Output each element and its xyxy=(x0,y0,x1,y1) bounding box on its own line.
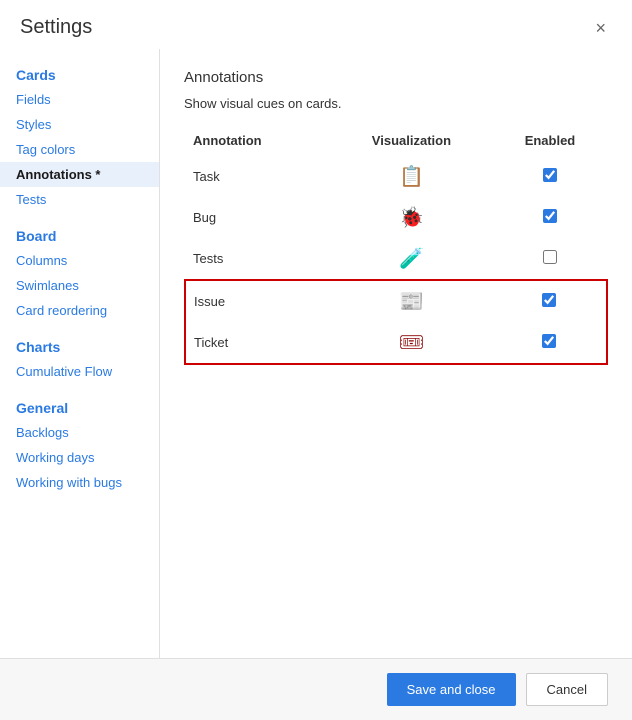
sidebar-item-working-days[interactable]: Working days xyxy=(0,445,159,470)
dialog-title: Settings xyxy=(20,16,92,39)
annotation-name-task: Task xyxy=(185,156,330,197)
sidebar-item-backlogs[interactable]: Backlogs xyxy=(0,420,159,445)
col-header-visualization: Visualization xyxy=(330,127,493,156)
save-and-close-button[interactable]: Save and close xyxy=(387,673,516,706)
col-header-annotation: Annotation xyxy=(185,127,330,156)
sidebar-item-annotations[interactable]: Annotations * xyxy=(0,162,159,187)
sidebar-section-general: General xyxy=(0,392,159,420)
dialog-header: Settings × xyxy=(0,0,632,49)
sidebar-item-tag-colors[interactable]: Tag colors xyxy=(0,137,159,162)
cancel-button[interactable]: Cancel xyxy=(526,673,608,706)
checkbox-ticket[interactable] xyxy=(542,334,556,348)
sidebar-item-columns[interactable]: Columns xyxy=(0,248,159,273)
annotation-enabled-tests[interactable] xyxy=(493,238,607,280)
annotation-name-issue: Issue xyxy=(185,280,330,322)
annotation-icon-ticket: 🎟 xyxy=(330,322,493,364)
sidebar-item-tests[interactable]: Tests xyxy=(0,187,159,212)
annotation-enabled-bug[interactable] xyxy=(493,197,607,238)
table-row: Task 📋 xyxy=(185,156,607,197)
sidebar-item-cumulative-flow[interactable]: Cumulative Flow xyxy=(0,359,159,384)
table-row: Ticket 🎟 xyxy=(185,322,607,364)
table-row: Tests 🧪 xyxy=(185,238,607,280)
section-title: Annotations xyxy=(184,69,608,86)
sidebar-item-swimlanes[interactable]: Swimlanes xyxy=(0,273,159,298)
section-description: Show visual cues on cards. xyxy=(184,96,608,111)
annotation-name-ticket: Ticket xyxy=(185,322,330,364)
annotation-icon-bug: 🐞 xyxy=(330,197,493,238)
annotation-enabled-ticket[interactable] xyxy=(493,322,607,364)
main-content: Annotations Show visual cues on cards. A… xyxy=(160,49,632,658)
annotations-table: Annotation Visualization Enabled Task 📋 xyxy=(184,127,608,365)
settings-dialog: Settings × Cards Fields Styles Tag color… xyxy=(0,0,632,720)
sidebar-section-charts: Charts xyxy=(0,331,159,359)
col-header-enabled: Enabled xyxy=(493,127,607,156)
annotation-name-tests: Tests xyxy=(185,238,330,280)
annotation-icon-tests: 🧪 xyxy=(330,238,493,280)
sidebar-section-cards: Cards xyxy=(0,59,159,87)
annotation-name-bug: Bug xyxy=(185,197,330,238)
sidebar-item-fields[interactable]: Fields xyxy=(0,87,159,112)
sidebar-item-card-reordering[interactable]: Card reordering xyxy=(0,298,159,323)
table-row: Bug 🐞 xyxy=(185,197,607,238)
close-button[interactable]: × xyxy=(589,17,612,39)
checkbox-issue[interactable] xyxy=(542,293,556,307)
sidebar-item-styles[interactable]: Styles xyxy=(0,112,159,137)
sidebar-item-working-with-bugs[interactable]: Working with bugs xyxy=(0,470,159,495)
table-row: Issue 📰 xyxy=(185,280,607,322)
annotation-enabled-issue[interactable] xyxy=(493,280,607,322)
sidebar-section-board: Board xyxy=(0,220,159,248)
checkbox-tests[interactable] xyxy=(543,250,557,264)
dialog-footer: Save and close Cancel xyxy=(0,658,632,720)
checkbox-task[interactable] xyxy=(543,168,557,182)
annotation-icon-issue: 📰 xyxy=(330,280,493,322)
checkbox-bug[interactable] xyxy=(543,209,557,223)
dialog-body: Cards Fields Styles Tag colors Annotatio… xyxy=(0,49,632,658)
annotation-icon-task: 📋 xyxy=(330,156,493,197)
sidebar: Cards Fields Styles Tag colors Annotatio… xyxy=(0,49,160,658)
annotation-enabled-task[interactable] xyxy=(493,156,607,197)
